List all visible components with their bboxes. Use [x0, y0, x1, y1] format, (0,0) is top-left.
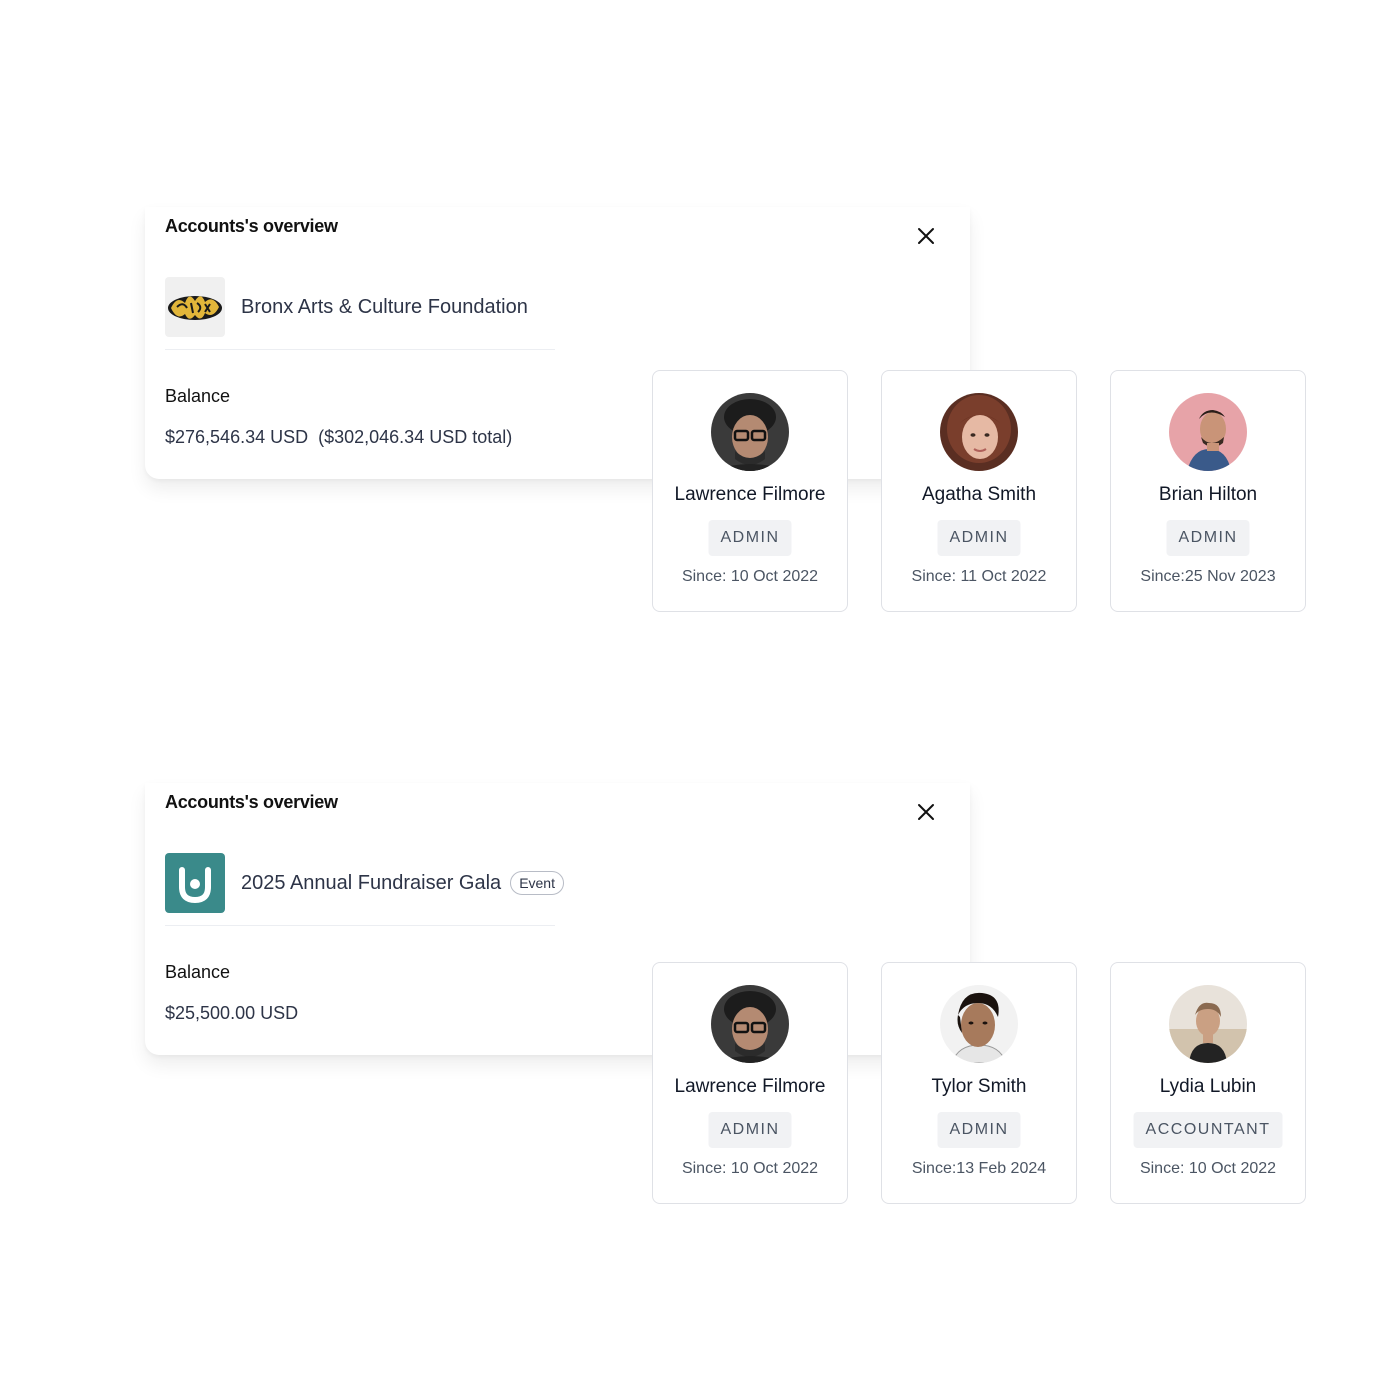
balance-value: $276,546.34 USD ($302,046.34 USD total)	[165, 427, 513, 447]
member-card[interactable]: Lawrence Filmore ADMIN Since: 10 Oct 202…	[652, 962, 848, 1204]
member-name: Agatha Smith	[921, 484, 1037, 505]
member-card[interactable]: Lawrence Filmore ADMIN Since: 10 Oct 202…	[652, 370, 848, 612]
avatar-lawrence-icon	[711, 985, 789, 1063]
role-badge: ADMIN	[937, 520, 1021, 556]
panel-title: Accounts's overview	[165, 216, 338, 236]
balance-label: Balance	[165, 386, 231, 406]
member-card[interactable]: Agatha Smith ADMIN Since: 11 Oct 2022	[881, 370, 1077, 612]
role-badge: ADMIN	[1166, 520, 1250, 556]
member-since: Since: 10 Oct 2022	[681, 1160, 819, 1177]
member-card[interactable]: Tylor Smith ADMIN Since:13 Feb 2024	[881, 962, 1077, 1204]
account-row[interactable]: 2025 Annual Fundraiser Gala Event	[165, 852, 725, 914]
close-button[interactable]	[913, 223, 939, 249]
close-icon	[918, 804, 934, 820]
member-name: Brian Hilton	[1158, 484, 1258, 505]
panel-title: Accounts's overview	[165, 792, 338, 812]
account-row[interactable]: Bronx Arts & Culture Foundation	[165, 276, 725, 338]
divider	[165, 925, 555, 926]
balance-label: Balance	[165, 962, 231, 982]
member-name: Tylor Smith	[931, 1076, 1027, 1097]
member-since: Since: 10 Oct 2022	[681, 568, 819, 585]
divider	[165, 349, 555, 350]
close-icon	[918, 228, 934, 244]
account-name: Bronx Arts & Culture Foundation	[241, 295, 528, 318]
account-name: 2025 Annual Fundraiser Gala	[241, 871, 502, 894]
gala-teal-logo-icon	[165, 853, 225, 913]
avatar-agatha-icon	[940, 393, 1018, 471]
member-since: Since:25 Nov 2023	[1140, 568, 1276, 585]
role-badge: ACCOUNTANT	[1133, 1112, 1283, 1148]
close-button[interactable]	[913, 799, 939, 825]
avatar-brian-icon	[1169, 393, 1247, 471]
avatar-lawrence-icon	[711, 393, 789, 471]
member-since: Since:13 Feb 2024	[911, 1160, 1047, 1177]
event-badge: Event	[510, 871, 564, 895]
member-card[interactable]: Brian Hilton ADMIN Since:25 Nov 2023	[1110, 370, 1306, 612]
role-badge: ADMIN	[708, 520, 792, 556]
role-badge: ADMIN	[708, 1112, 792, 1148]
balance-value: $25,500.00 USD	[165, 1003, 299, 1023]
bronx-graffiti-logo-icon	[165, 277, 225, 337]
role-badge: ADMIN	[937, 1112, 1021, 1148]
member-name: Lydia Lubin	[1159, 1076, 1257, 1097]
avatar-tylor-icon	[940, 985, 1018, 1063]
member-name: Lawrence Filmore	[674, 1076, 826, 1097]
member-name: Lawrence Filmore	[674, 484, 826, 505]
member-card[interactable]: Lydia Lubin ACCOUNTANT Since: 10 Oct 202…	[1110, 962, 1306, 1204]
avatar-lydia-icon	[1169, 985, 1247, 1063]
member-since: Since: 10 Oct 2022	[1139, 1160, 1277, 1177]
member-since: Since: 11 Oct 2022	[911, 568, 1047, 585]
